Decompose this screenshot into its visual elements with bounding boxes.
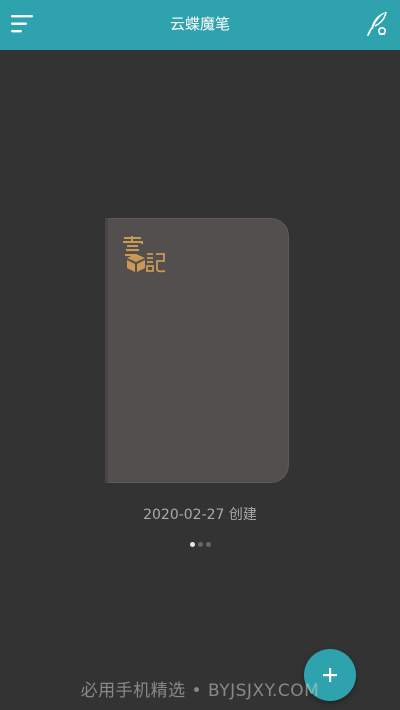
notebook-logo xyxy=(123,236,166,273)
page-dot-2[interactable] xyxy=(197,542,203,547)
quill-icon xyxy=(367,11,387,36)
page-dot-1[interactable] xyxy=(189,542,195,547)
menu-button[interactable] xyxy=(0,0,44,50)
page-dot-3[interactable] xyxy=(205,542,211,547)
menu-icon xyxy=(11,15,33,33)
plus-icon xyxy=(323,668,337,682)
notebook-created-caption: 2020-02-27 创建 xyxy=(143,507,257,523)
add-notebook-button[interactable] xyxy=(304,649,356,701)
app-bar: 云蝶魔笔 xyxy=(0,0,400,50)
app-title: 云蝶魔笔 xyxy=(169,15,230,33)
quill-button[interactable] xyxy=(354,0,400,50)
page-indicator xyxy=(0,542,400,547)
notebook-spine xyxy=(105,218,108,483)
notebook-cover[interactable] xyxy=(105,218,289,483)
